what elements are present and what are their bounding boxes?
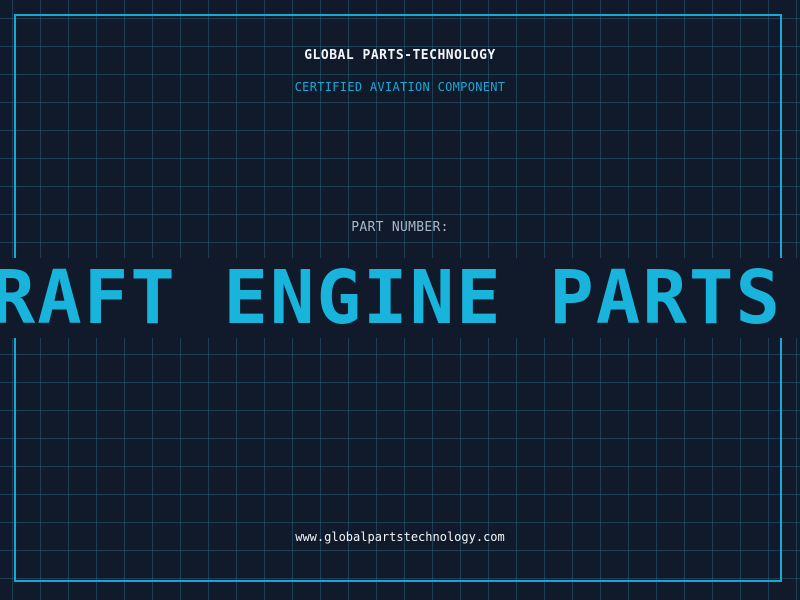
company-name: GLOBAL PARTS-TECHNOLOGY xyxy=(304,48,496,63)
website-url: www.globalpartstechnology.com xyxy=(295,530,505,544)
part-number-value: AIRCRAFT ENGINE PARTS xyxy=(0,258,782,338)
certificate-page: GLOBAL PARTS-TECHNOLOGY CERTIFIED AVIATI… xyxy=(0,0,800,600)
certification-label: CERTIFIED AVIATION COMPONENT xyxy=(294,80,506,94)
part-number-banner: AIRCRAFT ENGINE PARTS xyxy=(0,258,800,338)
part-number-label: PART NUMBER: xyxy=(351,220,449,235)
